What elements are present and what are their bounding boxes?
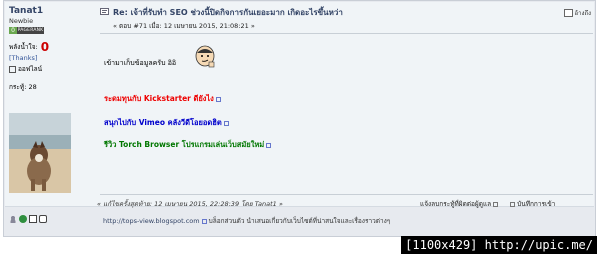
link-kickstarter-label: ระดมทุนกับ Kickstarter ดียังไง [104,94,214,103]
quote-icon [563,9,573,17]
poster-rank: Newbie [9,17,34,25]
upload-watermark: [1100x429] http://upic.me/ [401,236,597,254]
smiley-icon [195,45,215,68]
link-torch[interactable]: รีวิว Torch Browser โปรแกรมเล่นเว็บสมัยใ… [104,139,272,151]
external-link-icon [215,96,221,102]
edited-note: « แก้ไขครั้งสุดท้าย: 12 เมษายน 2015, 22:… [97,200,283,208]
link-torch-label: รีวิว Torch Browser โปรแกรมเล่นเว็บสมัยใ… [104,140,265,149]
online-status: ออฟไลน์ [9,64,89,74]
website-icon[interactable] [19,215,27,223]
external-link-icon [201,218,207,224]
log-icon [510,201,516,207]
link-vimeo-label: สนุกไปกับ Vimeo คลังวีดีโอยอดฮิต [104,118,222,127]
karma-label: พลังน้ำใจ: [9,43,38,51]
post-container: Tanat1 Newbie 0 PAGERANK พลังน้ำใจ: 0 [T… [5,2,594,223]
forum-post-frame: Tanat1 Newbie 0 PAGERANK พลังน้ำใจ: 0 [T… [3,0,596,237]
post-content: Re: เจ้าที่รับทำ SEO ช่วงนี้ปิดกิจการกัน… [97,6,593,208]
post-body: เข้ามาเก็บข้อมูลครับ อิอิ [104,59,177,67]
report-link[interactable]: แจ้งลบกระทู้ที่ผิดต่อผู้ดูแล [420,199,499,209]
pm-icon[interactable] [39,215,47,223]
logged-link[interactable]: บันทึกการเข้า [510,199,555,209]
poster-username[interactable]: Tanat1 [9,6,89,16]
post-meta: « ตอบ #71 เมื่อ: 12 เมษายน 2015, 21:08:2… [113,22,255,30]
post-count: กระทู้: 28 [9,83,37,91]
avatar [9,113,71,193]
external-link-icon [266,142,272,148]
link-kickstarter[interactable]: ระดมทุนกับ Kickstarter ดียังไง [104,93,221,105]
link-vimeo[interactable]: สนุกไปกับ Vimeo คลังวีดีโอยอดฮิต [104,117,229,129]
post-actions: แจ้งลบกระทู้ที่ผิดต่อผู้ดูแล บันทึกการเข… [420,199,555,209]
post-title[interactable]: Re: เจ้าที่รับทำ SEO ช่วงนี้ปิดกิจการกัน… [113,6,343,19]
pagerank-digit: 0 [9,27,17,34]
quote-label: อ้างถึง [574,10,591,17]
quote-button[interactable]: อ้างถึง [563,8,591,18]
signature: http://tops-view.blogspot.com บล็อกส่วนต… [103,216,390,226]
pagerank-badge: 0 PAGERANK [9,27,89,34]
signature-text: บล็อกส่วนตัว นำเสนอเกี่ยวกับเว็บไซต์ที่น… [208,217,391,225]
report-label: แจ้งลบกระทู้ที่ผิดต่อผู้ดูแล [420,200,492,208]
profile-icons [9,215,47,223]
email-icon[interactable] [29,215,37,223]
online-status-label: ออฟไลน์ [18,65,43,73]
pagerank-label: PAGERANK [17,27,44,34]
profile-icon[interactable] [9,215,17,223]
thanks-link[interactable]: [Thanks] [9,54,89,62]
divider [100,194,593,195]
karma: พลังน้ำใจ: 0 [9,40,89,54]
log-label: บันทึกการเข้า [517,200,556,208]
post-icon [100,8,109,15]
karma-value: 0 [40,40,50,54]
divider [100,33,593,34]
signature-url[interactable]: http://tops-view.blogspot.com [103,217,200,225]
external-link-icon [223,120,229,126]
poster-info: Tanat1 Newbie 0 PAGERANK พลังน้ำใจ: 0 [T… [9,6,89,92]
report-icon [493,201,499,207]
post-header: Re: เจ้าที่รับทำ SEO ช่วงนี้ปิดกิจการกัน… [100,6,593,31]
offline-icon [9,65,16,73]
